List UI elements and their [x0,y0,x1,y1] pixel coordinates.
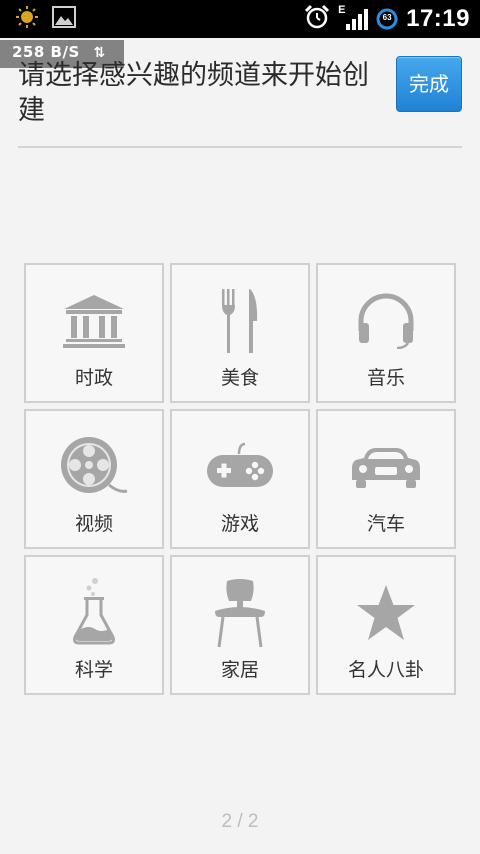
gamepad-icon [172,431,308,503]
done-button[interactable]: 完成 [396,56,462,112]
channel-tile-celebrity[interactable]: 名人八卦 [316,555,456,695]
channel-tile-food[interactable]: 美食 [170,263,310,403]
headphones-icon [318,285,454,357]
signal-icon: E [338,4,369,32]
star-icon [318,577,454,649]
clock: 17:19 [406,5,470,32]
chair-icon [172,577,308,649]
channel-label: 名人八卦 [347,659,424,681]
sun-icon [16,6,38,32]
channel-tile-science[interactable]: 科学 [24,555,164,695]
channel-label: 视频 [74,513,113,535]
channel-tile-music[interactable]: 音乐 [316,263,456,403]
flask-icon [26,577,162,649]
channel-label: 游戏 [220,513,259,535]
channel-label: 科学 [74,659,113,681]
government-building-icon [26,285,162,357]
channel-tile-cars[interactable]: 汽车 [316,409,456,549]
channel-label: 汽车 [366,513,405,535]
status-bar: E 63 17:19 [0,0,480,38]
car-icon [318,431,454,503]
channel-tile-home[interactable]: 家居 [170,555,310,695]
page-title: 请选择感兴趣的频道来开始创建 [18,60,369,126]
battery-icon: 63 [376,8,398,30]
channel-label: 家居 [220,659,259,681]
channel-label: 时政 [74,367,113,389]
image-icon [52,6,76,32]
battery-level: 63 [382,13,392,22]
alarm-icon [304,4,330,34]
page-header: 请选择感兴趣的频道来开始创建 [18,58,388,128]
fork-knife-icon [172,285,308,357]
film-reel-icon [26,431,162,503]
channel-tile-politics[interactable]: 时政 [24,263,164,403]
channel-label: 音乐 [366,367,405,389]
divider [18,146,462,148]
channel-tile-games[interactable]: 游戏 [170,409,310,549]
channel-tile-video[interactable]: 视频 [24,409,164,549]
page-indicator: 2 / 2 [221,811,259,832]
channel-label: 美食 [220,367,259,389]
